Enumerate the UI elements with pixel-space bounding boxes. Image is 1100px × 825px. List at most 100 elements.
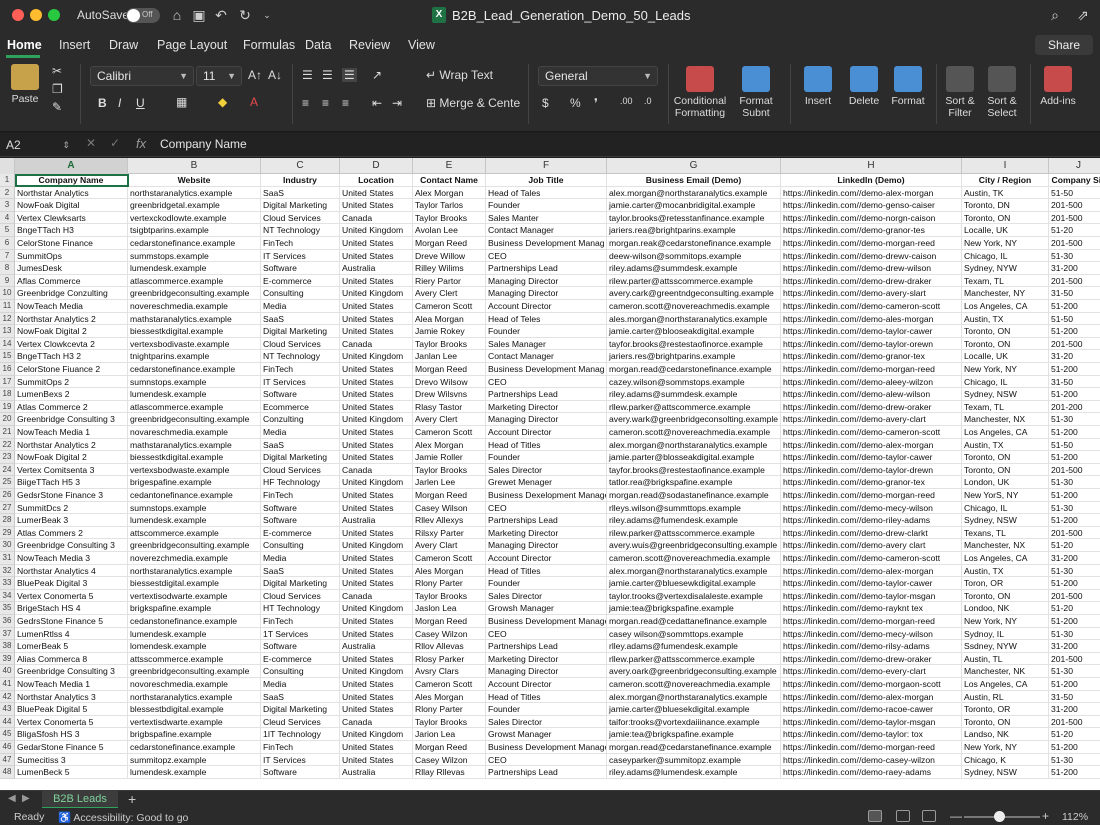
row-number[interactable]: 29 <box>0 526 15 540</box>
grid-cell[interactable]: CEO <box>486 249 607 263</box>
grid-cell[interactable]: blessestbdigital.example <box>128 703 261 716</box>
grid-cell[interactable]: Riery Partor <box>413 274 486 288</box>
grid-cell[interactable]: BluePeak Digital 5 <box>15 703 128 716</box>
grid-cell[interactable]: United States <box>340 199 413 212</box>
row-number[interactable]: 39 <box>0 652 15 666</box>
grid-cell[interactable]: 1T Services <box>261 627 340 641</box>
grid-cell[interactable]: 51-200 <box>1049 325 1100 338</box>
grid-cell[interactable]: NowFoak Digital <box>15 199 128 212</box>
grid-cell[interactable]: 51-50 <box>1049 313 1100 326</box>
fill-color-icon[interactable]: ◆ <box>218 95 227 109</box>
grid-cell[interactable]: Vertex Clewksarts <box>15 211 128 225</box>
grid-cell[interactable]: https://linkedin.com//demo-mecy-wilson <box>781 501 962 515</box>
grid-cell[interactable]: BrigeStach HS 4 <box>15 602 128 615</box>
grid-cell[interactable]: rllew.parker@attsscommerce.example <box>607 652 781 666</box>
grid-cell[interactable]: New York, NY <box>962 615 1049 628</box>
grid-cell[interactable]: lumendesk.example <box>128 262 261 275</box>
decrease-decimal-icon[interactable]: .0 <box>644 96 652 106</box>
grid-cell[interactable]: Cloud Services <box>261 463 340 477</box>
grid-cell[interactable]: northstaranalytics.example <box>128 564 261 578</box>
grid-cell[interactable]: greenbridgeconsulting.example <box>128 665 261 678</box>
column-header[interactable]: C <box>261 158 340 174</box>
grid-cell[interactable]: Ales Morgan <box>413 564 486 578</box>
grid-cell[interactable]: taylor.trooks@vertexdisalaleste.example <box>607 589 781 603</box>
grid-cell[interactable]: Toronto, OR <box>962 703 1049 716</box>
grid-cell[interactable]: jamie.carter@bluesekdigital.example <box>607 703 781 716</box>
grid-cell[interactable]: Cloud Services <box>261 337 340 351</box>
row-number[interactable]: 30 <box>0 539 15 552</box>
grid-cell[interactable]: jamie.parter@blosseakdigital.example <box>607 451 781 464</box>
grid-cell[interactable]: Alea Morgan <box>413 312 486 326</box>
grid-cell[interactable]: Rllov Allevas <box>413 640 486 653</box>
header-cell[interactable]: Business Email (Demo) <box>607 174 781 187</box>
tab-review[interactable]: Review <box>349 38 390 52</box>
grid-cell[interactable]: Digital Marketing <box>261 451 340 464</box>
grid-cell[interactable]: Partnerships Lead <box>486 262 607 275</box>
grid-cell[interactable]: https://linkedin.com//demo-avery clart <box>781 539 962 552</box>
grid-cell[interactable]: Northstar Analytics 2 <box>15 438 128 452</box>
grid-cell[interactable]: Toronto, ON <box>962 337 1049 351</box>
grid-cell[interactable]: Northstar Analytics 2 <box>15 312 128 326</box>
grid-cell[interactable]: https://linkedin.com//demo-granor-tex <box>781 350 962 363</box>
grid-cell[interactable]: Alex Morgan <box>413 438 486 452</box>
addins-button[interactable]: Add-ins <box>1036 66 1080 107</box>
grid-cell[interactable]: Landso, NK <box>962 728 1049 741</box>
row-number[interactable]: 19 <box>0 400 15 414</box>
grid-cell[interactable]: Rilley Wilims <box>413 262 486 275</box>
grid-cell[interactable]: cedarstonefinance.example <box>128 237 261 250</box>
grid-cell[interactable]: https://linkedin.com//demo-alex-morgan <box>781 438 962 452</box>
grid-cell[interactable]: rilew.parter@attsscommerce.example <box>607 274 781 288</box>
grid-cell[interactable]: Business Development Manag <box>486 363 607 376</box>
undo-icon[interactable]: ↶ <box>212 6 230 24</box>
grid-cell[interactable]: rilew.parker@attsscommerce.example <box>607 526 781 540</box>
row-number[interactable]: 47 <box>0 753 15 767</box>
more-icon[interactable]: ⌄ <box>258 6 276 24</box>
grid-cell[interactable]: Manchester, NX <box>962 539 1049 552</box>
grid-cell[interactable]: United States <box>340 400 413 414</box>
grid-cell[interactable]: FinTech <box>261 741 340 754</box>
grid-cell[interactable]: United States <box>340 753 413 767</box>
grid-cell[interactable]: Manchester, NX <box>962 413 1049 426</box>
grid-cell[interactable]: Partnerships Lead <box>486 514 607 527</box>
grid-cell[interactable]: BngeTTach H3 <box>15 224 128 237</box>
grid-cell[interactable]: 51-20 <box>1049 224 1100 237</box>
bold-button[interactable]: B <box>98 96 107 110</box>
grid-cell[interactable]: Avery Clert <box>413 287 486 300</box>
grid-cell[interactable]: 31-50 <box>1049 287 1100 300</box>
minimize-window-button[interactable] <box>30 9 42 21</box>
grid-cell[interactable]: SaaS <box>261 690 340 704</box>
grid-cell[interactable]: 201-500 <box>1049 212 1100 225</box>
grid-cell[interactable]: Morgan Reed <box>413 489 486 502</box>
grid-cell[interactable]: 201-500 <box>1049 590 1100 603</box>
prev-sheet-icon[interactable]: ◀ <box>8 793 16 804</box>
grid-cell[interactable]: attscommerce.example <box>128 526 261 540</box>
grid-cell[interactable]: Head of Titles <box>486 690 607 704</box>
row-number[interactable]: 44 <box>0 715 15 729</box>
grid-cell[interactable]: Alias Commerca 8 <box>15 652 128 666</box>
cut-icon[interactable]: ✂ <box>52 64 62 78</box>
grid-cell[interactable]: United States <box>340 325 413 338</box>
grid-cell[interactable]: Sales Manter <box>486 211 607 225</box>
row-number[interactable]: 26 <box>0 489 15 502</box>
grid-cell[interactable]: morgan.read@cedarstonefinance.example <box>607 363 781 376</box>
select-all-corner[interactable] <box>0 158 15 174</box>
grid-cell[interactable]: NT Technology <box>261 224 340 237</box>
row-number[interactable]: 18 <box>0 388 15 401</box>
grid-cell[interactable]: BngeTTach H3 2 <box>15 350 128 363</box>
column-header[interactable]: J <box>1049 158 1100 174</box>
grid-cell[interactable]: cedarstonefinance.example <box>128 363 261 376</box>
grid-cell[interactable]: Managing Director <box>486 274 607 288</box>
grid-cell[interactable]: SummitDcs 2 <box>15 501 128 515</box>
grid-cell[interactable]: 51-200 <box>1049 489 1100 502</box>
grid-cell[interactable]: United States <box>340 652 413 666</box>
grid-cell[interactable]: novareschmedia.example <box>128 426 261 439</box>
format-cells-button[interactable]: Format <box>888 66 928 107</box>
grid-cell[interactable]: Sales Director <box>486 715 607 729</box>
search-icon[interactable]: ⌕ <box>1046 6 1064 24</box>
borders-icon[interactable]: ▦ <box>176 95 187 109</box>
grid-cell[interactable]: https://linkedin.com//demo-norgn-caison <box>781 211 962 225</box>
grid-cell[interactable]: Canada <box>340 463 413 477</box>
merge-center-button[interactable]: ⊞ Merge & Cente <box>426 96 520 110</box>
grid-cell[interactable]: GedarStone Finance 5 <box>15 741 128 754</box>
grid-cell[interactable]: E-commerce <box>261 652 340 666</box>
